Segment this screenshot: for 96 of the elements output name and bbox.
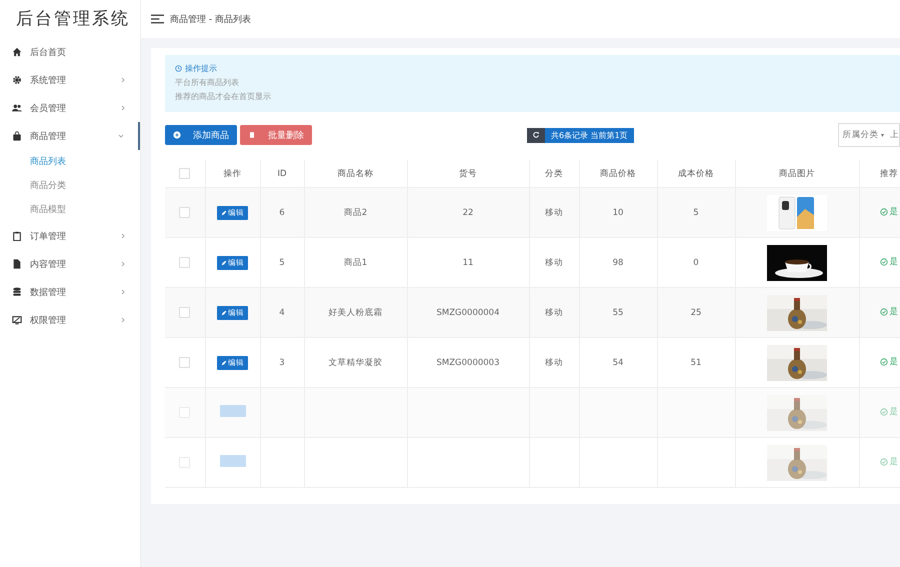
- table-cell: 4: [279, 308, 285, 318]
- app-logo: 后台管理系统: [15, 8, 131, 31]
- edit-button[interactable]: [220, 455, 246, 467]
- table-cell: 5: [279, 258, 285, 268]
- table-cell: 移动: [545, 308, 563, 318]
- sidebar-item[interactable]: 会员管理: [0, 94, 140, 122]
- row-checkbox[interactable]: [179, 307, 190, 318]
- table-cell: 3: [279, 358, 285, 368]
- tip-text: 推荐的商品才会在首页显示: [175, 91, 272, 102]
- table-cell: 好美人粉底霜: [328, 308, 382, 318]
- filter-select[interactable]: 上: [890, 129, 899, 141]
- monitor-icon: [12, 315, 22, 325]
- column-header: 商品图片: [779, 168, 815, 178]
- table-cell: 22: [462, 208, 474, 218]
- sidebar-item[interactable]: 订单管理: [0, 222, 140, 250]
- chevron-right-icon: [120, 289, 126, 295]
- table-cell: 移动: [545, 258, 563, 268]
- chevron-right-icon: [120, 317, 126, 323]
- gear-icon: [12, 75, 22, 85]
- sidebar-item[interactable]: 系统管理: [0, 66, 140, 94]
- table-cell: SMZG0000004: [436, 308, 500, 318]
- refresh-icon: [532, 131, 540, 139]
- breadcrumb: 商品管理 - 商品列表: [170, 14, 251, 26]
- chevron-down-icon: [118, 133, 124, 139]
- chevron-right-icon: [120, 233, 126, 239]
- sidebar-item[interactable]: 权限管理: [0, 306, 140, 334]
- file-icon: [12, 259, 22, 269]
- column-header: ID: [277, 168, 287, 178]
- table-cell: 54: [612, 358, 624, 368]
- table-cell: 5: [693, 208, 699, 218]
- table-cell: 6: [279, 208, 285, 218]
- column-header: 商品名称: [338, 168, 374, 178]
- sidebar-subitem[interactable]: 商品模型: [0, 198, 140, 222]
- recommend-status: 是: [880, 256, 898, 268]
- table-cell: 移动: [545, 208, 563, 218]
- table-cell: SMZG0000003: [436, 358, 500, 368]
- trash-icon: [248, 131, 256, 139]
- menu-icon[interactable]: [151, 14, 164, 24]
- table-cell: 51: [690, 358, 702, 368]
- row-checkbox[interactable]: [179, 357, 190, 368]
- sidebar-item[interactable]: 数据管理: [0, 278, 140, 306]
- chevron-right-icon: [120, 105, 126, 111]
- recommend-status: 是: [880, 356, 898, 368]
- pencil-icon: [221, 360, 227, 366]
- column-header: 操作: [224, 168, 242, 178]
- table-cell: 文草精华凝胶: [328, 358, 382, 368]
- table-cell: 商品2: [344, 208, 368, 218]
- sidebar-subitem[interactable]: 商品列表: [0, 150, 140, 174]
- pencil-icon: [221, 210, 227, 216]
- check-circle-icon: [880, 208, 888, 216]
- database-icon: [12, 287, 22, 297]
- sidebar-subitem[interactable]: 商品分类: [0, 174, 140, 198]
- refresh-button[interactable]: [527, 128, 545, 142]
- recommend-status: 是: [880, 306, 898, 318]
- column-header: 货号: [459, 168, 477, 178]
- batch-delete-button[interactable]: 批量删除: [240, 125, 312, 145]
- clipboard-icon: [12, 231, 22, 241]
- table-cell: 11: [462, 258, 474, 268]
- table-cell: 0: [693, 258, 699, 268]
- column-header: 商品价格: [600, 168, 636, 178]
- sidebar-item[interactable]: 内容管理: [0, 250, 140, 278]
- row-checkbox[interactable]: [179, 257, 190, 268]
- row-checkbox[interactable]: [179, 207, 190, 218]
- users-icon: [12, 103, 22, 113]
- home-icon: [12, 47, 22, 57]
- check-circle-icon: [880, 458, 888, 466]
- bag-icon: [12, 131, 22, 141]
- tip-text: 平台所有商品列表: [175, 77, 240, 88]
- column-header: 分类: [545, 168, 563, 178]
- select-all-checkbox[interactable]: [179, 168, 190, 179]
- table-cell: 商品1: [344, 258, 368, 268]
- column-header: 成本价格: [678, 168, 714, 178]
- record-info: 共6条记录 当前第1页: [545, 128, 634, 142]
- check-circle-icon: [880, 408, 888, 416]
- edit-button[interactable]: [220, 405, 246, 417]
- plus-circle-icon: [173, 131, 181, 139]
- tip-title: 操作提示: [185, 63, 217, 74]
- check-circle-icon: [880, 258, 888, 266]
- chevron-right-icon: [120, 261, 126, 267]
- check-circle-icon: [880, 358, 888, 366]
- table-cell: 10: [612, 208, 624, 218]
- pencil-icon: [221, 260, 227, 266]
- recommend-status: 是: [880, 456, 898, 468]
- clock-icon: [175, 65, 182, 72]
- table-cell: 98: [612, 258, 624, 268]
- chevron-right-icon: [120, 77, 126, 83]
- check-circle-icon: [880, 308, 888, 316]
- table-cell: 55: [612, 308, 624, 318]
- add-product-button[interactable]: 添加商品: [165, 125, 237, 145]
- recommend-status: 是: [880, 406, 898, 418]
- column-header: 推荐: [880, 168, 898, 178]
- sidebar-item[interactable]: 后台首页: [0, 38, 140, 66]
- recommend-status: 是: [880, 206, 898, 218]
- pencil-icon: [221, 310, 227, 316]
- table-cell: 移动: [545, 358, 563, 368]
- table-cell: 25: [690, 308, 702, 318]
